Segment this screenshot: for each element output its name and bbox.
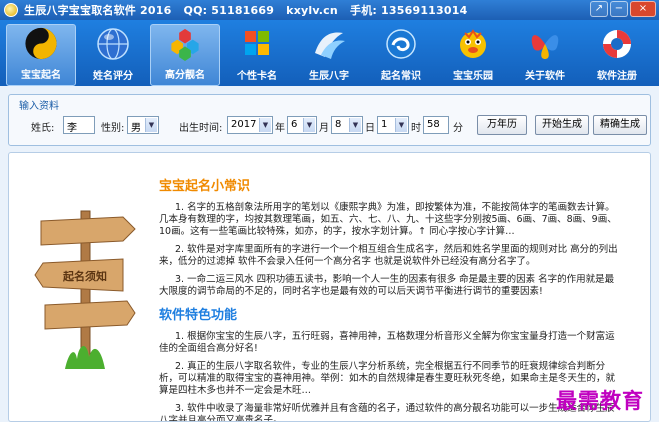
- text-area: 宝宝起名小常识 1. 名字的五格剖象法所用字的笔划以《康熙字典》为准，即按繁体为…: [159, 175, 619, 422]
- tool-label: 高分靓名: [165, 70, 205, 81]
- tool-software-register[interactable]: 软件注册: [582, 24, 652, 86]
- globe-icon: [97, 28, 129, 60]
- tool-label: 宝宝乐园: [453, 71, 493, 82]
- close-button[interactable]: ×: [630, 1, 656, 17]
- tool-baby-paradise[interactable]: 宝宝乐园: [438, 24, 508, 86]
- tool-label: 生辰八字: [309, 71, 349, 82]
- butterfly-icon: [531, 35, 559, 59]
- surname-input[interactable]: 李: [63, 116, 95, 134]
- feature-paragraph: 1. 根据你宝宝的生辰八字，五行旺弱，喜神用神，五格数理分析音形义全解为你宝宝量…: [159, 331, 615, 354]
- tool-high-score-names[interactable]: 高分靓名: [150, 24, 220, 86]
- gender-select[interactable]: 男 ▼: [127, 116, 159, 134]
- input-panel: 输入资料 姓氏: 李 性别: 男 ▼ 出生时间: 2017 ▼ 年 6 ▼ 月 …: [8, 94, 651, 146]
- content-panel: 起名须知 宝宝起名小常识 1. 名字的五格剖象法所用字的笔划以《康熙字典》为准，…: [8, 152, 651, 422]
- feature-paragraph: 3. 软件中收录了海量非常好听优雅并且有含蕴的名子，通过软件的高分靓名功能可以一…: [159, 403, 615, 422]
- features-heading: 软件特色功能: [159, 308, 238, 323]
- wave-swoosh-icon: [315, 32, 345, 59]
- chevron-down-icon: ▼: [259, 118, 271, 132]
- sign-text: 起名须知: [62, 269, 107, 283]
- minute-input[interactable]: 58: [423, 116, 449, 134]
- chevron-down-icon: ▼: [303, 118, 315, 132]
- tool-label: 宝宝起名: [21, 70, 61, 81]
- tool-label: 起名常识: [381, 71, 421, 82]
- month-unit: 月: [319, 123, 329, 134]
- bird-mascot-icon: [460, 29, 486, 58]
- birth-time-label: 出生时间:: [179, 123, 223, 134]
- hour-unit: 时: [411, 123, 421, 134]
- hexagon-flower-icon: [171, 28, 199, 62]
- yin-yang-icon: [25, 27, 57, 60]
- tip-paragraph: 1. 名字的五格剖象法所用字的笔划以《康熙字典》为准，即按繁体为准，不能按简体字…: [159, 202, 617, 237]
- year-select[interactable]: 2017 ▼: [227, 116, 273, 134]
- tool-name-score[interactable]: 姓名评分: [78, 24, 148, 86]
- tool-personal-card-name[interactable]: 个性卡名: [222, 24, 292, 86]
- tool-label: 姓名评分: [93, 71, 133, 82]
- window-title: 生辰八字宝宝取名软件 2016 QQ: 51181669 kxylv.cn 手机…: [24, 4, 468, 17]
- tool-label: 关于软件: [525, 71, 565, 82]
- tip-paragraph: 3. 一命二运三风水 四积功德五读书，影响一个人一生的因素有很多 命是最主要的因…: [159, 274, 615, 297]
- tool-birth-eight-chars[interactable]: 生辰八字: [294, 24, 364, 86]
- day-value: 8: [335, 119, 342, 130]
- tool-label: 个性卡名: [237, 71, 277, 82]
- surname-label: 姓氏:: [31, 123, 55, 134]
- start-generate-button[interactable]: 开始生成: [535, 115, 589, 135]
- day-select[interactable]: 8 ▼: [331, 116, 363, 134]
- calendar-button[interactable]: 万年历: [477, 115, 527, 135]
- chevron-down-icon: ▼: [145, 118, 157, 132]
- gender-label: 性别:: [101, 123, 125, 134]
- hour-value: 1: [381, 119, 388, 130]
- tool-naming-knowledge[interactable]: 起名常识: [366, 24, 436, 86]
- signpost-illustration: 起名须知: [34, 210, 136, 369]
- tool-label: 软件注册: [597, 71, 637, 82]
- tips-heading: 宝宝起名小常识: [159, 179, 251, 194]
- tool-baby-naming[interactable]: 宝宝起名: [6, 24, 76, 86]
- main-toolbar: 宝宝起名 姓名评分 高分靓名 个性卡名 生辰八字 起名常识 宝宝乐园 关于软件 …: [0, 20, 659, 86]
- month-select[interactable]: 6 ▼: [287, 116, 317, 134]
- chevron-down-icon: ▼: [349, 118, 361, 132]
- year-value: 2017: [231, 119, 257, 130]
- gender-value: 男: [131, 123, 141, 134]
- lifebuoy-icon: [603, 30, 631, 58]
- restore-button[interactable]: ↗: [590, 1, 608, 17]
- tip-paragraph: 2. 软件是对字库里面所有的字进行一个一个相互组合生成名字，然后和姓名学里面的规…: [159, 244, 618, 267]
- minute-unit: 分: [453, 123, 463, 134]
- window-logo-icon: [245, 31, 269, 55]
- watermark-text: 最需教育: [556, 388, 644, 413]
- window-controls: ↗ − ×: [590, 1, 656, 17]
- feature-paragraph: 2. 真正的生辰八字取名软件，专业的生辰八字分析系统，完全根据五行不同季节的旺衰…: [159, 361, 616, 396]
- app-logo-icon: [4, 3, 18, 17]
- month-value: 6: [291, 119, 298, 130]
- panel-title: 输入资料: [19, 101, 59, 112]
- year-unit: 年: [275, 123, 285, 134]
- hour-select[interactable]: 1 ▼: [377, 116, 409, 134]
- swirl-icon: [386, 29, 416, 59]
- tool-about-software[interactable]: 关于软件: [510, 24, 580, 86]
- chevron-down-icon: ▼: [395, 118, 407, 132]
- day-unit: 日: [365, 123, 375, 134]
- title-bar: 生辰八字宝宝取名软件 2016 QQ: 51181669 kxylv.cn 手机…: [0, 0, 659, 20]
- input-row: 姓氏: 李 性别: 男 ▼ 出生时间: 2017 ▼ 年 6 ▼ 月 8 ▼ 日…: [9, 115, 650, 137]
- minimize-button[interactable]: −: [610, 1, 628, 17]
- precise-generate-button[interactable]: 精确生成: [593, 115, 647, 135]
